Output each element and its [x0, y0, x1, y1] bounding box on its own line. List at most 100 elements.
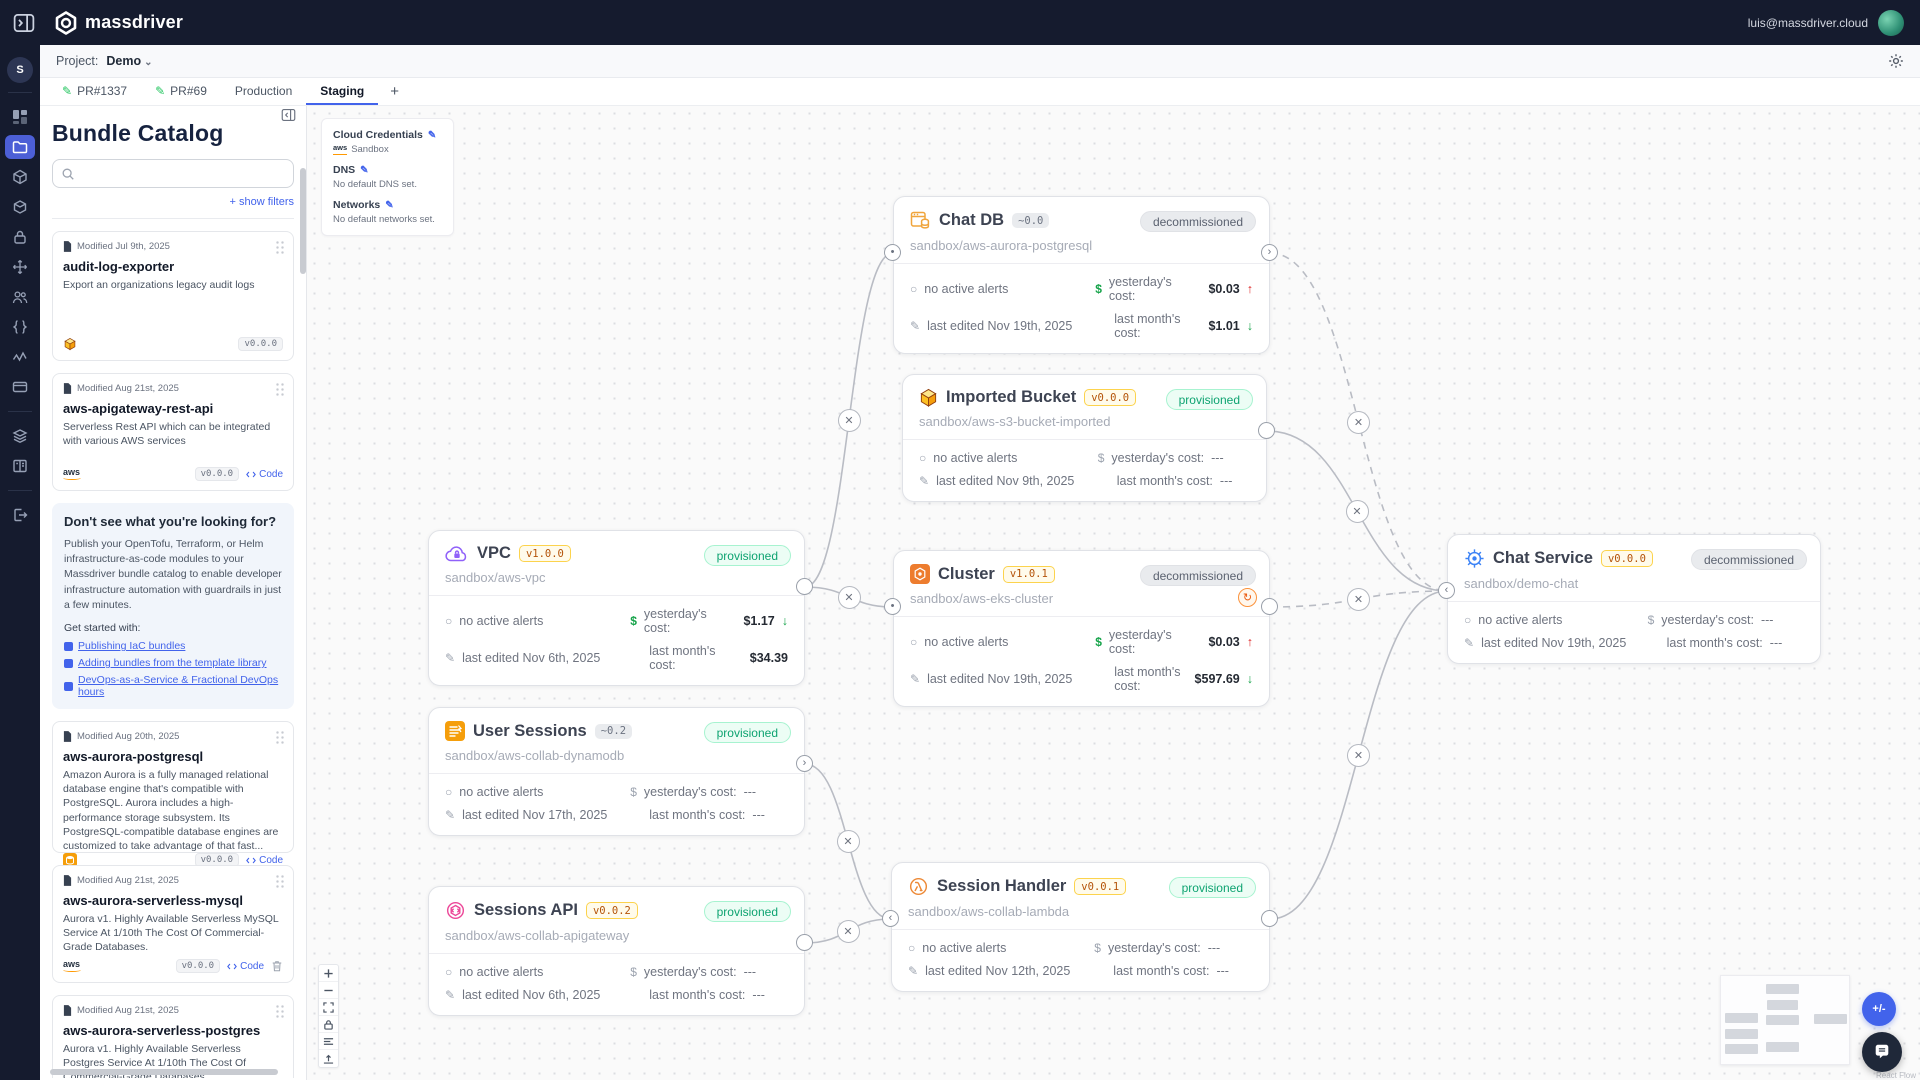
node-status-grid: ○ no active alerts $ yesterday's cost: --- ✎… — [1448, 602, 1820, 663]
output-port-imported-bucket[interactable] — [1258, 422, 1275, 439]
trend-down-icon: ↓ — [1246, 319, 1253, 333]
status-badge: decommissioned — [1690, 549, 1807, 570]
org-avatar[interactable]: S — [7, 57, 33, 83]
tab-pr-1337[interactable]: ✎ PR#1337 — [48, 78, 141, 105]
drag-handle-icon[interactable] — [275, 240, 285, 254]
sidebar-item-users[interactable] — [5, 285, 35, 309]
code-link[interactable]: Code — [246, 469, 283, 480]
node-cluster[interactable]: Cluster v1.0.1 decommissioned ↻ sandbox/aws-… — [893, 550, 1270, 707]
node-session-handler[interactable]: Session Handler v0.0.1 provisioned sandbox/… — [891, 862, 1270, 992]
node-chat-db[interactable]: Chat DB ~0.0 decommissioned sandbox/aws-aur… — [893, 196, 1270, 354]
drag-handle-icon[interactable] — [275, 1004, 285, 1019]
sidebar-item-projects[interactable] — [5, 135, 35, 159]
output-port-session-handler[interactable] — [1261, 910, 1278, 927]
sidebar-item-billing[interactable] — [5, 375, 35, 399]
project-selector[interactable]: Demo ⌄ — [106, 54, 152, 68]
search-input[interactable] — [81, 166, 285, 181]
node-sessions-api[interactable]: Sessions API v0.0.2 provisioned sandbox/aws… — [428, 886, 805, 1016]
remove-connection-button-sessions-api-session-handler[interactable]: ✕ — [836, 919, 860, 943]
node-user-sessions[interactable]: User Sessions ~0.2 provisioned sandbox/aws-… — [428, 707, 805, 836]
align-button[interactable] — [319, 1033, 338, 1050]
tab-pr-69[interactable]: ✎ PR#69 — [141, 78, 221, 105]
node-vpc[interactable]: VPC v1.0.0 provisioned sandbox/aws-vpc ○ no a… — [428, 530, 805, 686]
zoom-in-button[interactable] — [319, 965, 338, 982]
bundle-card-audit-log-exporter[interactable]: Modified Jul 9th, 2025 audit-log-exporter… — [52, 231, 294, 361]
remove-connection-button-cluster-chat-service[interactable]: ✕ — [1347, 587, 1370, 611]
code-icon — [246, 857, 256, 863]
layout-button[interactable] — [319, 1050, 338, 1067]
pr-branch-icon: ✎ — [62, 83, 73, 98]
delete-bundle-icon[interactable] — [271, 960, 283, 972]
node-chat-service[interactable]: Chat Service v0.0.0 decommissioned sandbox/… — [1447, 534, 1821, 664]
output-port-cluster[interactable] — [1261, 598, 1278, 615]
sidebar-item-secrets[interactable] — [5, 225, 35, 249]
node-title: VPC — [477, 544, 511, 562]
code-link[interactable]: Code — [227, 961, 264, 972]
output-port-vpc[interactable] — [796, 578, 813, 595]
aws-logo-icon: aws — [333, 144, 348, 155]
zoom-toggle-fab[interactable]: +/- — [1862, 992, 1896, 1026]
vertical-scrollbar[interactable] — [300, 168, 306, 274]
drag-handle-icon[interactable] — [275, 874, 285, 889]
sidebar-item-api[interactable] — [5, 315, 35, 339]
promo-link[interactable]: Adding bundles from the template library — [64, 657, 282, 669]
remove-connection-button-vpc-chat-db[interactable]: ✕ — [837, 408, 861, 432]
fit-view-button[interactable] — [319, 999, 338, 1016]
collapse-catalog-icon[interactable] — [281, 108, 296, 122]
bundle-card-aws-aurora-serverless-postgres[interactable]: Modified Aug 21st, 2025 aws-aurora-server… — [52, 995, 294, 1078]
output-port-user-sessions[interactable]: › — [796, 755, 813, 772]
sidebar-item-learn[interactable] — [5, 424, 35, 448]
remove-connection-button-imported-bucket-chat-service[interactable]: ✕ — [1345, 499, 1369, 523]
code-link[interactable]: Code — [246, 855, 283, 866]
bundle-card-aws-aurora-serverless-mysql[interactable]: Modified Aug 21st, 2025 aws-aurora-server… — [52, 865, 294, 984]
input-port-session-handler[interactable]: ‹ — [882, 910, 899, 927]
input-port-chat-db[interactable]: • — [884, 244, 901, 261]
input-port-chat-service[interactable]: ‹ — [1438, 582, 1455, 599]
user-avatar[interactable] — [1878, 9, 1904, 36]
drift-indicator-icon[interactable]: ↻ — [1238, 588, 1257, 607]
horizontal-scrollbar[interactable] — [50, 1069, 278, 1075]
yesterday-cost-label: yesterday's cost: — [1108, 628, 1172, 656]
edit-pencil-icon[interactable]: ✎ — [385, 200, 393, 211]
braces-icon — [12, 320, 28, 334]
minimap[interactable] — [1720, 975, 1850, 1065]
collapse-nav-icon[interactable] — [12, 13, 36, 33]
add-environment-button[interactable]: + — [378, 78, 411, 105]
yesterday-cost-label: yesterday's cost: — [1108, 275, 1172, 303]
show-filters-link[interactable]: + show filters — [230, 196, 295, 208]
sidebar-item-monitoring[interactable] — [5, 345, 35, 369]
drag-handle-icon[interactable] — [275, 382, 285, 396]
edit-pencil-icon[interactable]: ✎ — [360, 165, 368, 176]
remove-connection-button-chat-db-chat-service[interactable]: ✕ — [1347, 410, 1370, 434]
remove-connection-button-vpc-cluster[interactable]: ✕ — [837, 585, 861, 609]
bundle-card-aws-aurora-postgresql[interactable]: Modified Aug 20th, 2025 aws-aurora-postgr… — [52, 721, 294, 868]
sidebar-item-deployments[interactable] — [5, 255, 35, 279]
remove-connection-button-user-sessions-session-handler[interactable]: ✕ — [836, 830, 860, 853]
node-imported-bucket[interactable]: Imported Bucket v0.0.0 provisioned sandbox/… — [902, 374, 1267, 502]
tab-staging[interactable]: Staging — [306, 78, 379, 105]
promo-link[interactable]: DevOps-as-a-Service & Fractional DevOps … — [64, 674, 282, 698]
lock-button[interactable] — [319, 1016, 338, 1033]
bundle-card-aws-apigateway-rest-api[interactable]: Modified Aug 21st, 2025 aws-apigateway-re… — [52, 373, 294, 491]
output-port-chat-db[interactable]: › — [1261, 244, 1278, 261]
bundle-modified-date: Modified Jul 9th, 2025 — [63, 241, 283, 252]
node-status-grid: ○ no active alerts $ yesterday's cost: --- ✎… — [429, 954, 804, 1015]
drag-handle-icon[interactable] — [275, 730, 285, 745]
promo-link[interactable]: Publishing IaC bundles — [64, 640, 282, 652]
output-port-sessions-api[interactable] — [796, 934, 813, 951]
sidebar-item-artifacts[interactable] — [5, 195, 35, 219]
node-status-grid: ○ no active alerts $ yesterday's cost: $0.0… — [894, 617, 1269, 706]
massdriver-logo[interactable]: massdriver — [54, 10, 183, 35]
sidebar-item-docs[interactable] — [5, 454, 35, 478]
edit-pencil-icon[interactable]: ✎ — [428, 130, 436, 141]
bundle-search[interactable] — [52, 159, 294, 188]
chat-widget-button[interactable] — [1862, 1032, 1902, 1072]
zoom-out-button[interactable] — [319, 982, 338, 999]
tab-production[interactable]: Production — [221, 78, 306, 105]
sidebar-item-packages[interactable] — [5, 165, 35, 189]
sidebar-item-dashboard[interactable] — [5, 105, 35, 129]
logout-button[interactable] — [5, 503, 35, 527]
input-port-cluster[interactable]: • — [884, 598, 901, 615]
settings-gear-icon[interactable] — [1888, 53, 1904, 69]
remove-connection-button-session-handler-chat-service[interactable]: ✕ — [1347, 743, 1370, 767]
